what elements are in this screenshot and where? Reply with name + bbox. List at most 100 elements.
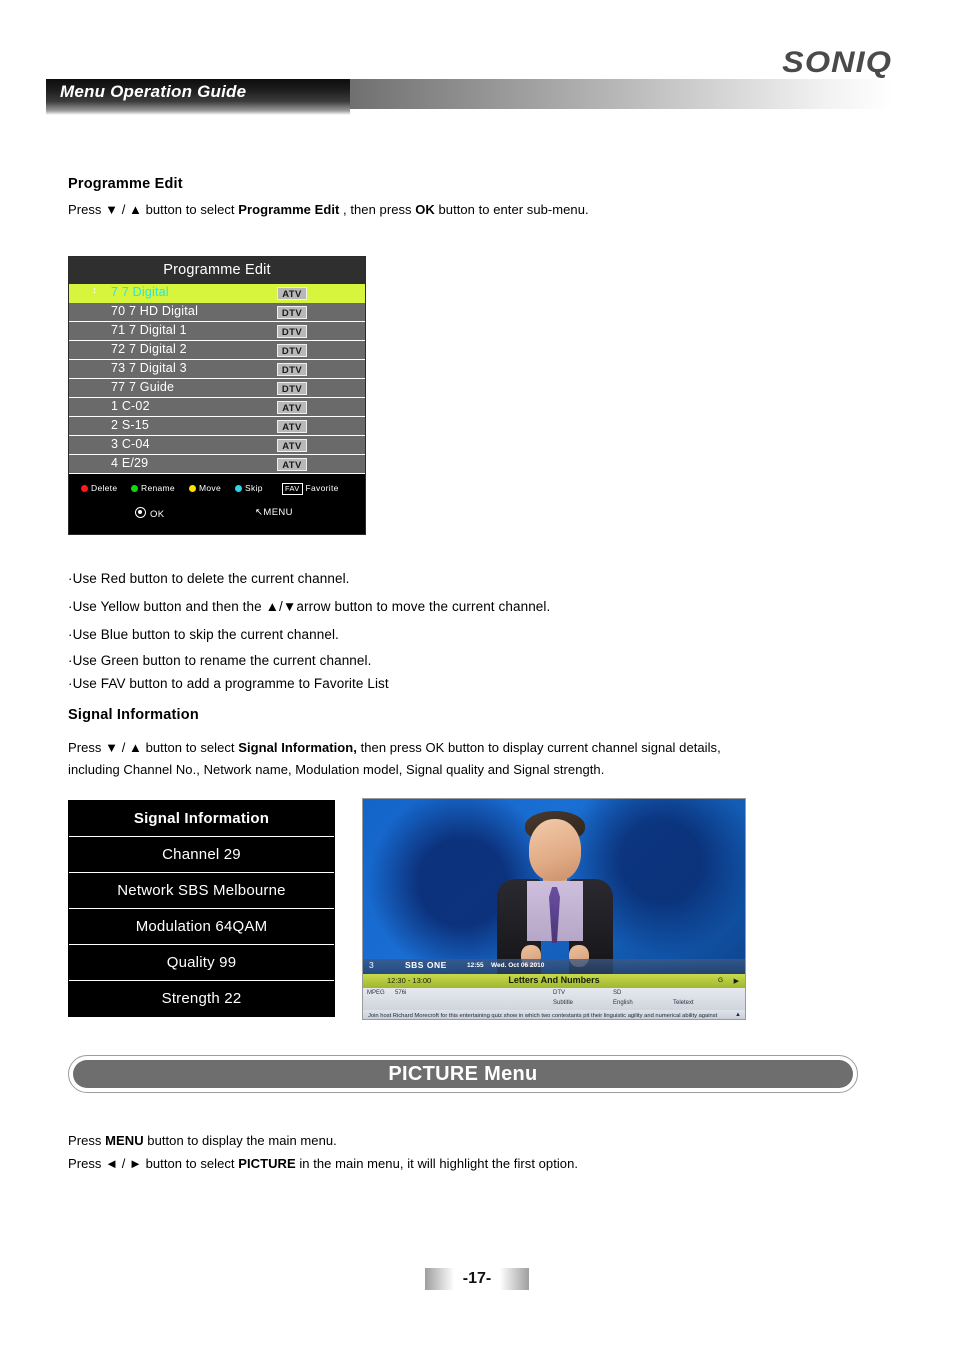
color-key-rename[interactable]: Rename [131, 483, 175, 493]
programme-edit-intro-a: Press ▼ / ▲ button to select [68, 202, 239, 217]
programme-edit-intro-d: OK [415, 202, 435, 217]
header-banner-title: Menu Operation Guide [60, 82, 247, 101]
tv-screenshot-image: 3 SBS ONE 12:55 Wed. Oct 06 2010 12:30 -… [362, 798, 746, 1020]
signal-info-row: Network SBS Melbourne [69, 873, 334, 909]
color-dot-icon [81, 485, 88, 492]
color-key-label: Rename [141, 483, 175, 493]
signal-info-row: Strength 22 [161, 990, 242, 1007]
tv-osd-channel-number: 3 [369, 960, 374, 970]
programme-list: ↕ 7 7 Digital ATV 70 7 HD Digital DTV 71 7 Di… [69, 284, 365, 474]
programme-row[interactable]: ↕ 7 7 Digital ATV [69, 284, 365, 303]
signal-intro-a: Press ▼ / ▲ button to select [68, 740, 239, 755]
signal-information-heading: Signal Information [68, 707, 199, 723]
programme-row[interactable]: 72 7 Digital 2 DTV [69, 341, 365, 360]
signal-information-intro-line1: Press ▼ / ▲ button to select Signal Info… [68, 740, 721, 755]
tv-osd-programme-bar: 12:30 - 13:00 Letters And Numbers G ▶ [363, 974, 745, 988]
menu-hint: ↖MENU [255, 507, 293, 518]
menu-hint-label: MENU [263, 507, 293, 518]
favorite-key-label: Favorite [305, 483, 339, 493]
programme-row[interactable]: 77 7 Guide DTV [69, 379, 365, 398]
bullet-move: ·Use Yellow button and then the ▲/▼arrow… [68, 599, 551, 614]
header-banner: Menu Operation Guide [46, 79, 894, 115]
programme-row[interactable]: 2 S-15 ATV [69, 417, 365, 436]
tv-osd-description-text: Join host Richard Morecroft for this ent… [368, 1013, 718, 1019]
programme-row-type-badge: ATV [277, 458, 307, 471]
programme-edit-intro-c: , then press [343, 202, 416, 217]
picture-menu-line1-a: Press [68, 1133, 106, 1148]
page-number-footer: -17- [425, 1268, 529, 1290]
picture-menu-line2-b: PICTURE [238, 1156, 296, 1171]
signal-info-title: Signal Information [69, 801, 334, 837]
programme-row-type-badge: DTV [277, 382, 307, 395]
bullet-delete: ·Use Red button to delete the current ch… [68, 571, 350, 586]
programme-row-label: 4 E/29 [111, 456, 149, 470]
color-key-label: Delete [91, 483, 118, 493]
programme-edit-intro-e: button to enter sub-menu. [434, 202, 589, 217]
bullet-rename: ·Use Green button to rename the current … [68, 653, 372, 668]
tv-osd-subtitle-language: English [613, 1000, 633, 1006]
tv-osd-teletext-label: Teletext [673, 1000, 694, 1006]
programme-row[interactable]: 73 7 Digital 3 DTV [69, 360, 365, 379]
picture-menu-line2-c: in the main menu, it will highlight the … [295, 1156, 579, 1171]
signal-intro-b: Signal Information, [238, 740, 357, 755]
picture-menu-line2: Press ◄ / ► button to select PICTURE in … [68, 1156, 578, 1171]
programme-edit-heading: Programme Edit [68, 176, 183, 192]
programme-row-type-badge: ATV [277, 401, 307, 414]
color-key-delete[interactable]: Delete [81, 483, 117, 493]
tv-osd-next-arrow-icon: ▶ [733, 978, 739, 985]
fav-button-icon: FAV [282, 483, 303, 495]
signal-info-row: Channel 29 [69, 837, 334, 873]
signal-info-row: Modulation 64QAM [69, 909, 334, 945]
programme-row-type-badge: ATV [277, 439, 307, 452]
programme-row-type-badge: ATV [277, 420, 307, 433]
color-key-skip[interactable]: Skip [235, 483, 263, 493]
bullet-skip: ·Use Blue button to skip the current cha… [68, 627, 339, 642]
picture-menu-line2-a: Press ◄ / ► button to select [68, 1156, 239, 1171]
signal-information-table: Signal Information Channel 29 Network SBS … [68, 800, 335, 1017]
color-dot-icon [235, 485, 242, 492]
tv-osd-date: Wed. Oct 06 2010 [491, 962, 545, 969]
programme-row-label: 71 7 Digital 1 [111, 323, 187, 337]
color-dot-icon [131, 485, 138, 492]
programme-edit-osd-panel: Programme Edit ↕ 7 7 Digital ATV 70 7 HD Di… [68, 256, 366, 535]
programme-row-label: 73 7 Digital 3 [111, 361, 187, 375]
tv-osd-clock: 12:55 [467, 962, 484, 969]
programme-row[interactable]: 70 7 HD Digital DTV [69, 303, 365, 322]
signal-info-row: Quality 99 [69, 945, 334, 981]
picture-menu-line1-c: button to display the main menu. [143, 1133, 337, 1148]
color-dot-icon [189, 485, 196, 492]
tv-osd-rating: G [717, 977, 723, 984]
osd-title: Programme Edit [69, 257, 365, 284]
signal-information-intro-line2: including Channel No., Network name, Mod… [68, 762, 605, 777]
programme-row-type-badge: DTV [277, 344, 307, 357]
programme-row-type-badge: DTV [277, 325, 307, 338]
osd-footer: Delete Rename Move Skip FAV Favorite OK ↖MENU [69, 474, 365, 534]
programme-row-type-badge: ATV [277, 287, 307, 300]
picture-menu-line1-b: MENU [105, 1133, 144, 1148]
color-key-move[interactable]: Move [189, 483, 221, 493]
tv-osd-subtitle-label: Subtitle [553, 1000, 574, 1006]
tv-osd-meta-bar: MPEG 576i DTV SD Subtitle English Telete… [363, 988, 745, 1010]
programme-row-label: 7 7 Digital [111, 285, 169, 299]
tv-osd-programme-title: Letters And Numbers [508, 975, 600, 985]
color-key-favorite[interactable]: FAV Favorite [282, 483, 339, 495]
color-key-label: Skip [245, 483, 263, 493]
programme-row-type-badge: DTV [277, 363, 307, 376]
programme-row[interactable]: 1 C-02 ATV [69, 398, 365, 417]
programme-row[interactable]: 4 E/29 ATV [69, 455, 365, 474]
picture-menu-line1: Press MENU button to display the main me… [68, 1133, 337, 1148]
tv-osd-channel-bar: 3 SBS ONE 12:55 Wed. Oct 06 2010 [363, 959, 745, 974]
picture-menu-banner: PICTURE Menu [68, 1055, 858, 1093]
programme-row[interactable]: 3 C-04 ATV [69, 436, 365, 455]
programme-row-label: 2 S-15 [111, 418, 150, 432]
figure-head [529, 819, 581, 881]
ok-hint-label: OK [150, 509, 165, 520]
tv-osd-resolution: 576i [395, 990, 407, 996]
bullet-favorite: ·Use FAV button to add a programme to Fa… [68, 676, 389, 691]
tv-osd-codec: MPEG [367, 990, 385, 996]
programme-row-label: 70 7 HD Digital [111, 304, 199, 318]
scroll-down-icon[interactable]: ▼ [735, 1019, 741, 1020]
programme-row[interactable]: 71 7 Digital 1 DTV [69, 322, 365, 341]
programme-edit-intro: Press ▼ / ▲ button to select Programme E… [68, 202, 589, 217]
tv-osd-broadcast-type: DTV [553, 990, 565, 996]
